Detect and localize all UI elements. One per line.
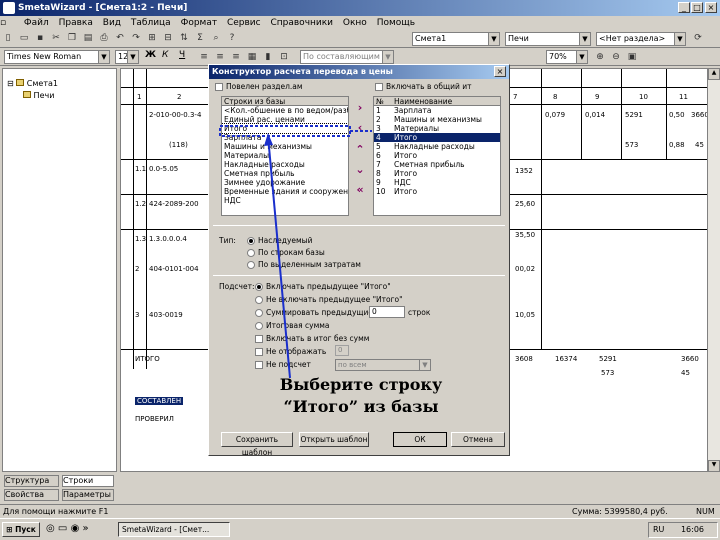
- callout-line-2: “Итого” из базы: [283, 397, 439, 416]
- highlight-box: [219, 125, 351, 137]
- arrow-head-icon: [264, 133, 273, 146]
- callout-line-1: Выберите строку: [279, 375, 443, 394]
- annotation-overlay: [219, 125, 372, 379]
- pointer-line: [267, 135, 291, 379]
- instruction-callout: Выберите строку “Итого” из базы: [254, 374, 468, 418]
